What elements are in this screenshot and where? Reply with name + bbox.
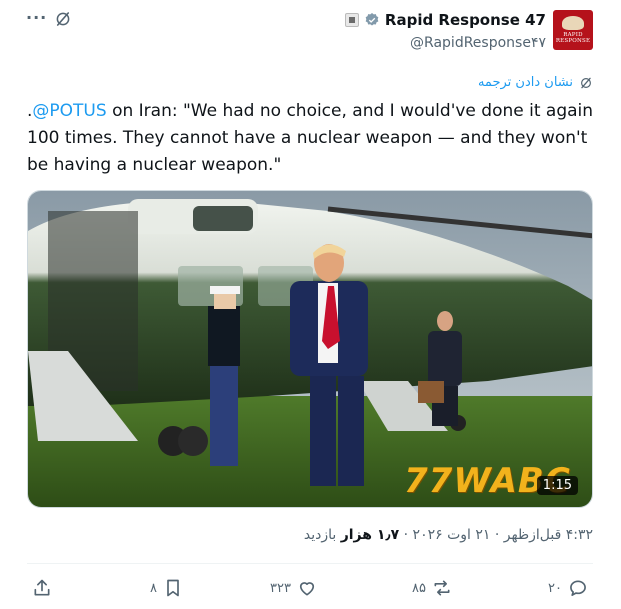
post-time[interactable]: ۴:۳۲ قبل‌ازظهر xyxy=(504,527,593,543)
repost-count: ۸۵ xyxy=(412,580,426,596)
avatar[interactable]: RAPID RESPONSE xyxy=(553,10,593,50)
author-handle[interactable]: @RapidResponse۴۷ xyxy=(345,35,546,51)
like-button[interactable]: ۳۲۳ xyxy=(270,578,317,598)
author-block[interactable]: Rapid Response 47 @RapidResponse۴۷ xyxy=(344,9,546,51)
author-display-name[interactable]: Rapid Response 47 xyxy=(385,11,546,29)
tweet-metadata: ۴:۳۲ قبل‌ازظهر · ۲۱ اوت ۲۰۲۶ · ۱٫۷ هزار … xyxy=(304,527,593,543)
views-label: بازدید xyxy=(303,527,341,543)
meta-separator: · xyxy=(490,527,504,543)
more-options-button[interactable]: ··· xyxy=(26,8,47,27)
like-count: ۳۲۳ xyxy=(270,580,291,596)
bookmark-button[interactable]: ۸ xyxy=(150,578,183,598)
action-bar: ۸ ۳۲۳ ۸۵ ۲۰ xyxy=(0,574,621,604)
repost-icon xyxy=(434,580,450,596)
share-button[interactable] xyxy=(32,578,52,598)
verified-badge-icon[interactable] xyxy=(364,12,380,28)
tweet-text: .@POTUS on Iran: "We had no choice, and … xyxy=(27,98,597,179)
video-duration-badge: 1:15 xyxy=(536,476,578,495)
reply-count: ۲۰ xyxy=(548,580,562,596)
mention-link[interactable]: @POTUS xyxy=(32,101,106,121)
tweet-body: on Iran: "We had no choice, and I would'… xyxy=(27,101,594,175)
avatar-logo-text: RAPID RESPONSE xyxy=(555,32,591,44)
grok-translate-icon xyxy=(581,77,591,88)
view-count: ۱٫۷ هزار xyxy=(340,527,400,543)
video-player[interactable]: 77WABC 1:15 xyxy=(27,190,593,508)
reply-icon xyxy=(570,580,586,596)
heart-icon xyxy=(299,582,315,596)
tweet-header: ··· Rapid Response 47 @RapidResponse۴۷ R… xyxy=(0,0,621,64)
meta-separator: · xyxy=(399,527,413,543)
share-icon xyxy=(34,579,50,596)
affiliate-badge-icon[interactable] xyxy=(344,13,359,27)
bookmark-icon xyxy=(167,579,179,597)
eagle-emblem-icon xyxy=(562,16,584,30)
show-translation-label[interactable]: نشان دادن ترجمه xyxy=(478,75,573,90)
bookmark-count: ۸ xyxy=(150,580,157,596)
grok-icon[interactable] xyxy=(54,10,72,28)
repost-button[interactable]: ۸۵ xyxy=(412,578,452,598)
reply-button[interactable]: ۲۰ xyxy=(548,578,588,598)
post-date[interactable]: ۲۱ اوت ۲۰۲۶ xyxy=(413,527,491,543)
show-translation-link[interactable]: نشان دادن ترجمه xyxy=(478,75,593,90)
divider xyxy=(27,563,593,564)
